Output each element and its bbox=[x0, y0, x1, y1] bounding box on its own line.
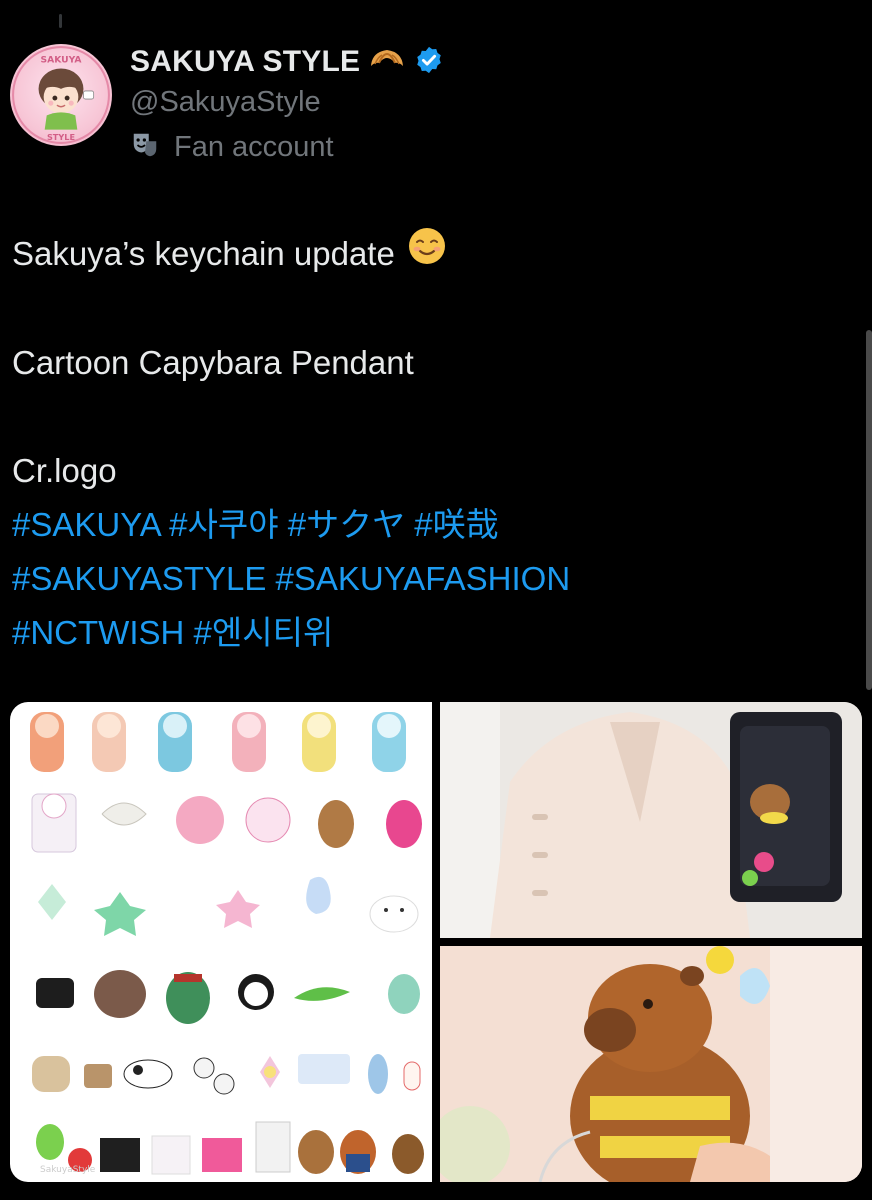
hashtag-link[interactable]: #SAKUYAFASHION bbox=[276, 560, 571, 597]
author-name-row[interactable]: SAKUYA STYLE bbox=[130, 42, 444, 82]
hashtag-link[interactable]: #NCTWISH bbox=[12, 614, 184, 651]
svg-text:STYLE: STYLE bbox=[47, 132, 75, 142]
tweet-line-1: Sakuya’s keychain update bbox=[12, 226, 862, 282]
scrollbar[interactable] bbox=[866, 330, 872, 690]
hashtag-link[interactable]: #SAKUYA bbox=[12, 506, 160, 543]
author-handle[interactable]: @SakuyaStyle bbox=[130, 86, 321, 119]
hashtag-link[interactable]: #サクヤ bbox=[288, 506, 405, 543]
watermark-text: SakuyaStyle bbox=[40, 1165, 96, 1175]
author-display-name[interactable]: SAKUYA STYLE bbox=[130, 45, 360, 79]
verified-badge-icon[interactable] bbox=[414, 45, 444, 80]
keychain-catalog-image[interactable]: SakuyaStyle bbox=[10, 702, 432, 1182]
hashtag-link[interactable]: #엔시티위 bbox=[194, 614, 334, 651]
hashtag-line-2: #SAKUYASTYLE #SAKUYAFASHION bbox=[12, 552, 862, 606]
coat-with-keychain-photo[interactable] bbox=[440, 702, 862, 938]
theater-masks-icon bbox=[130, 130, 160, 165]
account-label[interactable]: Fan account bbox=[130, 130, 334, 165]
tweet-line-2: Cartoon Capybara Pendant bbox=[12, 344, 414, 381]
hashtag-link[interactable]: #咲哉 bbox=[414, 506, 498, 543]
tweet-line-1-text: Sakuya’s keychain update bbox=[12, 235, 395, 272]
avatar-text: SAKUYA bbox=[41, 54, 83, 65]
tweet-line-3: Cr.logo bbox=[12, 452, 117, 489]
croissant-icon bbox=[368, 44, 406, 81]
thread-connector-line bbox=[59, 14, 62, 28]
hashtag-link[interactable]: #사쿠야 bbox=[169, 506, 278, 543]
avatar[interactable]: SAKUYA STYLE bbox=[10, 44, 112, 146]
media-grid: SakuyaStyle bbox=[10, 702, 862, 1182]
hashtag-link[interactable]: #SAKUYASTYLE bbox=[12, 560, 266, 597]
smiling-face-icon bbox=[407, 226, 447, 282]
hashtag-line-3: #NCTWISH #엔시티위 bbox=[12, 606, 862, 660]
account-label-text: Fan account bbox=[174, 131, 334, 163]
avatar-illustration: SAKUYA STYLE bbox=[12, 46, 110, 144]
hashtag-line-1: #SAKUYA #사쿠야 #サクヤ #咲哉 bbox=[12, 498, 862, 552]
tweet-text: Sakuya’s keychain update Cartoon Capybar… bbox=[12, 226, 862, 660]
capybara-plush-photo[interactable] bbox=[440, 946, 862, 1182]
